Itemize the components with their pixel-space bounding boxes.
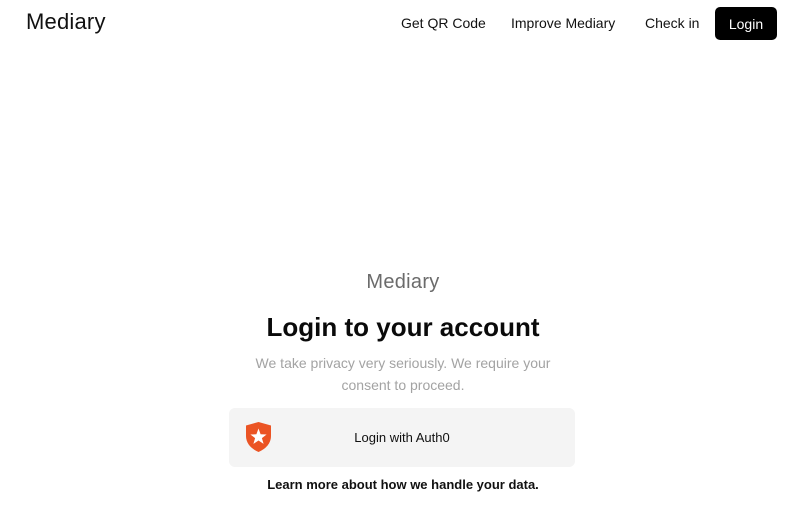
nav-improve-mediary[interactable]: Improve Mediary — [511, 15, 615, 31]
privacy-info-link[interactable]: Learn more about how we handle your data… — [0, 477, 806, 492]
panel-brand-name: Mediary — [366, 271, 440, 293]
brand-logo[interactable]: Mediary — [26, 9, 106, 35]
auth-button-label: Login with Auth0 — [354, 430, 450, 445]
nav-get-qr-code[interactable]: Get QR Code — [401, 15, 486, 31]
page-title: Login to your account — [266, 312, 540, 342]
privacy-subtitle: We take privacy very seriously. We requi… — [255, 355, 551, 393]
header-login-button[interactable]: Login — [715, 7, 777, 40]
login-with-auth0-button[interactable]: Login with Auth0 — [229, 408, 575, 467]
top-navigation-bar: Mediary Get QR Code Improve Mediary Chec… — [0, 0, 806, 48]
nav-check-in[interactable]: Check in — [645, 15, 699, 31]
